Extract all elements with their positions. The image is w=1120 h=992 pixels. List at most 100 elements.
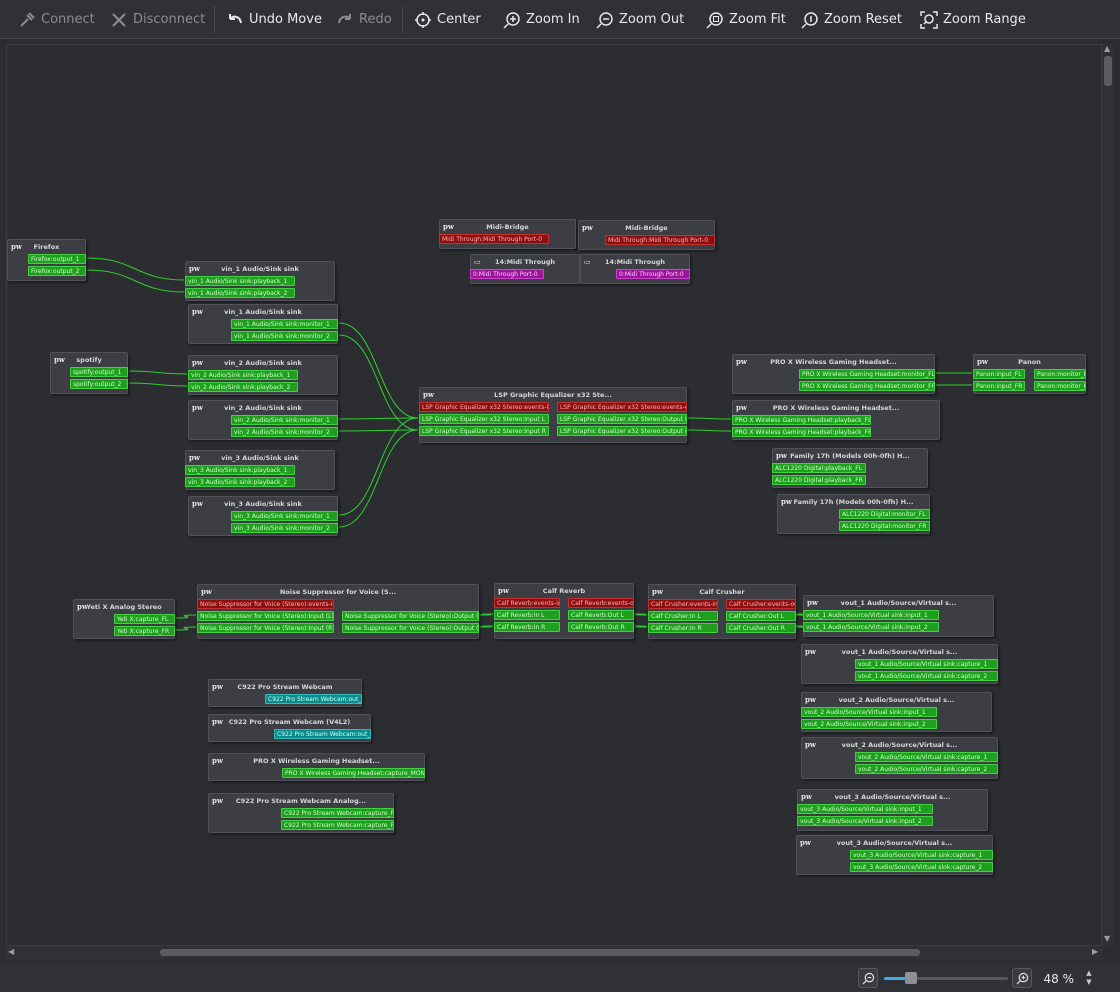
connection-wire[interactable]: [128, 382, 188, 387]
node-c922-v4l2[interactable]: pw C922 Pro Stream Webcam (V4L2) C922 Pro …: [208, 714, 371, 742]
input-port[interactable]: vin_1 Audio/Sink sink:playback_1: [185, 276, 295, 286]
output-port[interactable]: vout_3 Audio/Source/Virtual sink:capture…: [850, 850, 993, 860]
output-port[interactable]: LSP Graphic Equalizer x32 Stereo:Output …: [557, 414, 687, 424]
connection-wire[interactable]: [338, 417, 419, 420]
output-port[interactable]: Panon:monitor_FL: [1034, 369, 1086, 379]
output-port[interactable]: vout_3 Audio/Source/Virtual sink:capture…: [850, 862, 993, 872]
output-port[interactable]: 0:Midi Through Port-0: [616, 269, 690, 279]
connection-wire[interactable]: [175, 614, 197, 619]
zoom-reset-button[interactable]: Zoom Reset: [801, 6, 902, 33]
node-vin1-mon[interactable]: pw vin_1 Audio/Sink sink vin_1 Audio/Sink …: [188, 304, 338, 344]
input-port[interactable]: ALC1220 Digital:playback_FL: [772, 463, 866, 473]
output-port[interactable]: ALC1220 Digital:monitor_FL: [839, 509, 930, 519]
node-vout2-cap[interactable]: pw vout_2 Audio/Source/Virtual s... vout_2…: [801, 737, 998, 779]
node-c922-analog[interactable]: pw C922 Pro Stream Webcam Analog... C922 P…: [208, 793, 394, 833]
input-port[interactable]: LSP Graphic Equalizer x32 Stereo:Input L: [419, 414, 549, 424]
input-port[interactable]: Panon:input_FL: [973, 369, 1025, 379]
input-port[interactable]: vin_3 Audio/Sink sink:playback_2: [185, 477, 295, 487]
node-prox-play[interactable]: pw PRO X Wireless Gaming Headset... PRO X …: [732, 400, 940, 440]
node-vin2-sink[interactable]: pw vin_2 Audio/Sink sink vin_2 Audio/Sink …: [188, 355, 338, 395]
input-port[interactable]: Noise Suppressor for Voice (Stereo):Inpu…: [197, 611, 334, 621]
input-port[interactable]: Calf Reverb:In R: [494, 622, 560, 632]
output-port[interactable]: Panon:monitor_FR: [1034, 381, 1086, 391]
zoom-in-button[interactable]: Zoom In: [503, 6, 580, 33]
disconnect-button[interactable]: Disconnect: [110, 6, 205, 33]
input-port[interactable]: vout_2 Audio/Source/Virtual sink:input_1: [801, 707, 937, 717]
input-port[interactable]: vout_3 Audio/Source/Virtual sink:input_2: [797, 816, 933, 826]
node-vout1-in[interactable]: pw vout_1 Audio/Source/Virtual s... vout_1…: [803, 595, 994, 637]
node-yeti[interactable]: pw Yeti X Analog Stereo Yeti X:capture_FL Y…: [73, 599, 175, 639]
vertical-scroll-thumb[interactable]: [1104, 56, 1112, 86]
zoom-out-button[interactable]: Zoom Out: [596, 6, 684, 33]
connection-wire[interactable]: [338, 322, 419, 419]
output-port[interactable]: vin_3 Audio/Sink sink:monitor_1: [231, 511, 338, 521]
horizontal-scrollbar[interactable]: ◀ ▶: [6, 946, 1102, 959]
node-vin3-mon[interactable]: pw vin_3 Audio/Sink sink vin_3 Audio/Sink …: [188, 496, 338, 536]
input-port[interactable]: Noise Suppressor for Voice (Stereo):even…: [197, 599, 334, 609]
input-port[interactable]: vin_2 Audio/Sink sink:playback_2: [188, 382, 298, 392]
input-port[interactable]: vin_3 Audio/Sink sink:playback_1: [185, 465, 295, 475]
output-port[interactable]: spotify:output_1: [70, 367, 128, 377]
output-port[interactable]: C922 Pro Stream Webcam:out_0: [274, 729, 371, 739]
input-port[interactable]: vout_2 Audio/Source/Virtual sink:input_2: [801, 719, 937, 729]
output-port[interactable]: C922 Pro Stream Webcam:capture_FR: [281, 820, 394, 830]
node-vin2-mon[interactable]: pw vin_2 Audio/Sink sink vin_2 Audio/Sink …: [188, 400, 338, 440]
input-port[interactable]: Calf Crusher:In R: [648, 623, 718, 633]
connection-wire[interactable]: [338, 429, 419, 528]
input-port[interactable]: Calf Reverb:events-in: [494, 598, 560, 608]
input-port[interactable]: Panon:input_FR: [973, 381, 1025, 391]
input-port[interactable]: PRO X Wireless Gaming Headset:playback_F…: [732, 427, 871, 437]
horizontal-scroll-thumb[interactable]: [160, 949, 920, 956]
node-prox-cap[interactable]: pw PRO X Wireless Gaming Headset... PRO X …: [208, 753, 425, 781]
output-port[interactable]: ALC1220 Digital:monitor_FR: [839, 521, 930, 531]
zoom-slider-handle[interactable]: [905, 972, 917, 984]
node-firefox[interactable]: pw Firefox Firefox:output_1 Firefox:output_…: [7, 239, 86, 281]
connection-wire[interactable]: [338, 429, 419, 432]
node-vout2-in[interactable]: pw vout_2 Audio/Source/Virtual s... vout_2…: [801, 692, 992, 732]
scroll-down-icon[interactable]: ▼: [1104, 934, 1110, 943]
center-button[interactable]: Center: [414, 6, 481, 33]
output-port[interactable]: PRO X Wireless Gaming Headset:monitor_FR: [799, 381, 935, 391]
zoom-out-small-button[interactable]: [858, 968, 878, 988]
output-port[interactable]: PRO X Wireless Gaming Headset:monitor_FL: [799, 369, 935, 379]
input-port[interactable]: vin_1 Audio/Sink sink:playback_2: [185, 288, 295, 298]
output-port[interactable]: Midi Through:Midi Through Port-0: [605, 235, 715, 245]
output-port[interactable]: vout_1 Audio/Source/Virtual sink:capture…: [855, 671, 998, 681]
output-port[interactable]: Calf Crusher:events-out: [726, 599, 796, 609]
zoom-range-button[interactable]: Zoom Range: [920, 6, 1026, 33]
output-port[interactable]: vout_1 Audio/Source/Virtual sink:capture…: [855, 659, 998, 669]
zoom-value[interactable]: 48 %: [1040, 969, 1078, 989]
output-port[interactable]: PRO X Wireless Gaming Headset:capture_MO…: [282, 768, 425, 778]
output-port[interactable]: Calf Crusher:Out R: [726, 623, 796, 633]
node-midi-through-1[interactable]: ▭ 14:Midi Through 0:Midi Through Port-0: [470, 254, 580, 284]
output-port[interactable]: Calf Reverb:Out R: [568, 622, 634, 632]
output-port[interactable]: Noise Suppressor for Voice (Stereo):Outp…: [342, 611, 479, 621]
connection-wire[interactable]: [175, 626, 197, 631]
output-port[interactable]: Firefox:output_1: [28, 254, 86, 264]
input-port[interactable]: PRO X Wireless Gaming Headset:playback_F…: [732, 415, 871, 425]
output-port[interactable]: Calf Reverb:Out L: [568, 610, 634, 620]
output-port[interactable]: C922 Pro Stream Webcam:capture_FL: [281, 808, 394, 818]
connection-wire[interactable]: [479, 613, 494, 616]
connection-wire[interactable]: [687, 429, 732, 432]
output-port[interactable]: vin_3 Audio/Sink sink:monitor_2: [231, 523, 338, 533]
connection-wire[interactable]: [86, 269, 185, 293]
output-port[interactable]: vin_2 Audio/Sink sink:monitor_1: [231, 415, 338, 425]
input-port[interactable]: Calf Crusher:events-in: [648, 599, 718, 609]
connection-wire[interactable]: [86, 257, 185, 281]
connection-wire[interactable]: [634, 625, 648, 628]
output-port[interactable]: vin_2 Audio/Sink sink:monitor_2: [231, 427, 338, 437]
input-port[interactable]: vout_3 Audio/Source/Virtual sink:input_1: [797, 804, 933, 814]
connection-wire[interactable]: [687, 417, 732, 420]
graph-canvas[interactable]: pw Firefox Firefox:output_1 Firefox:output_…: [6, 44, 1102, 946]
undo-move-button[interactable]: Undo Move: [226, 6, 322, 33]
connection-wire[interactable]: [634, 613, 648, 616]
node-lsp[interactable]: pw LSP Graphic Equalizer x32 Ste... LSP Gr…: [419, 387, 687, 443]
output-port[interactable]: vin_1 Audio/Sink sink:monitor_1: [231, 319, 338, 329]
node-noise[interactable]: pw Noise Suppressor for Voice (S... Noise …: [197, 584, 479, 639]
connection-wire[interactable]: [338, 334, 419, 431]
node-vout3-cap[interactable]: pw vout_3 Audio/Source/Virtual s... vout_3…: [796, 835, 993, 875]
input-port[interactable]: Calf Crusher:In L: [648, 611, 718, 621]
output-port[interactable]: vout_2 Audio/Source/Virtual sink:capture…: [855, 752, 998, 762]
node-family-play[interactable]: pw Family 17h (Models 00h-0fh) H... ALC122…: [772, 448, 928, 488]
